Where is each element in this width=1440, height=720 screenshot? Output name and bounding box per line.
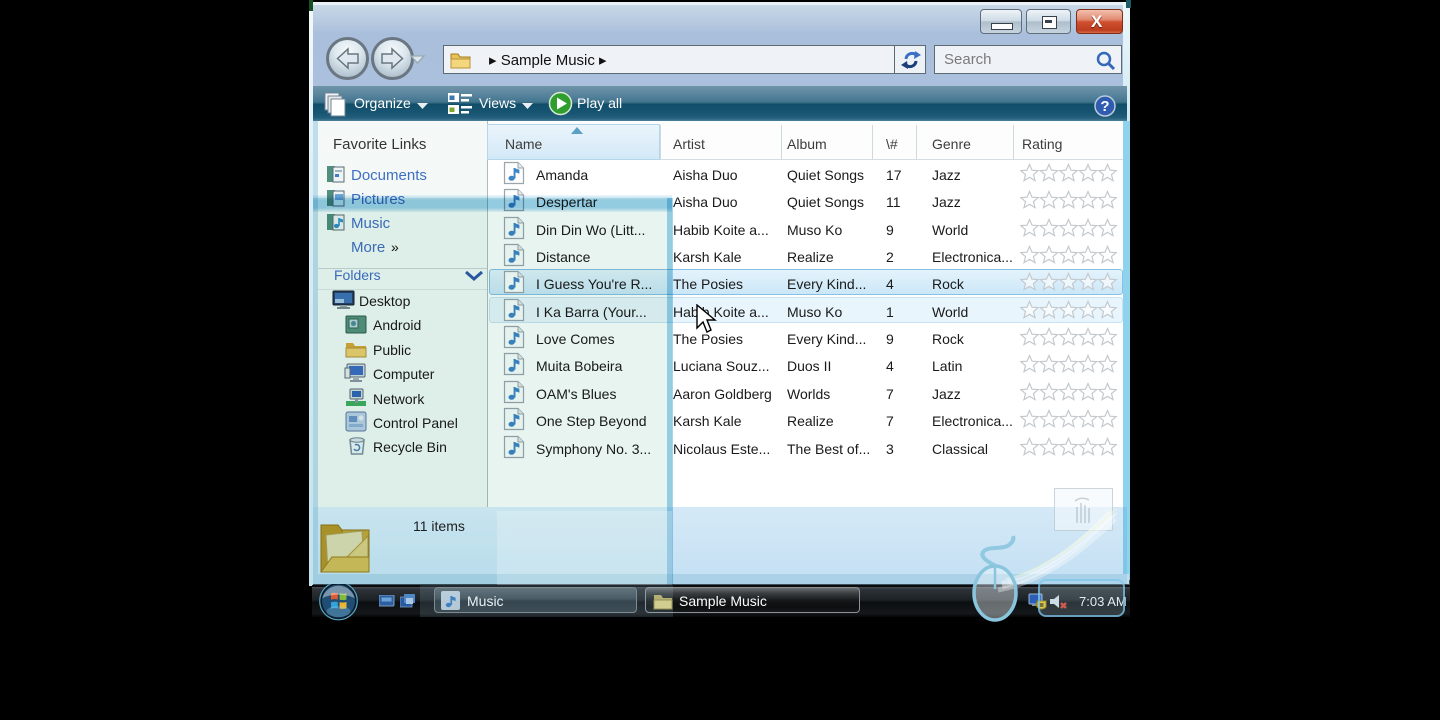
svg-text:?: ? (1100, 98, 1109, 115)
